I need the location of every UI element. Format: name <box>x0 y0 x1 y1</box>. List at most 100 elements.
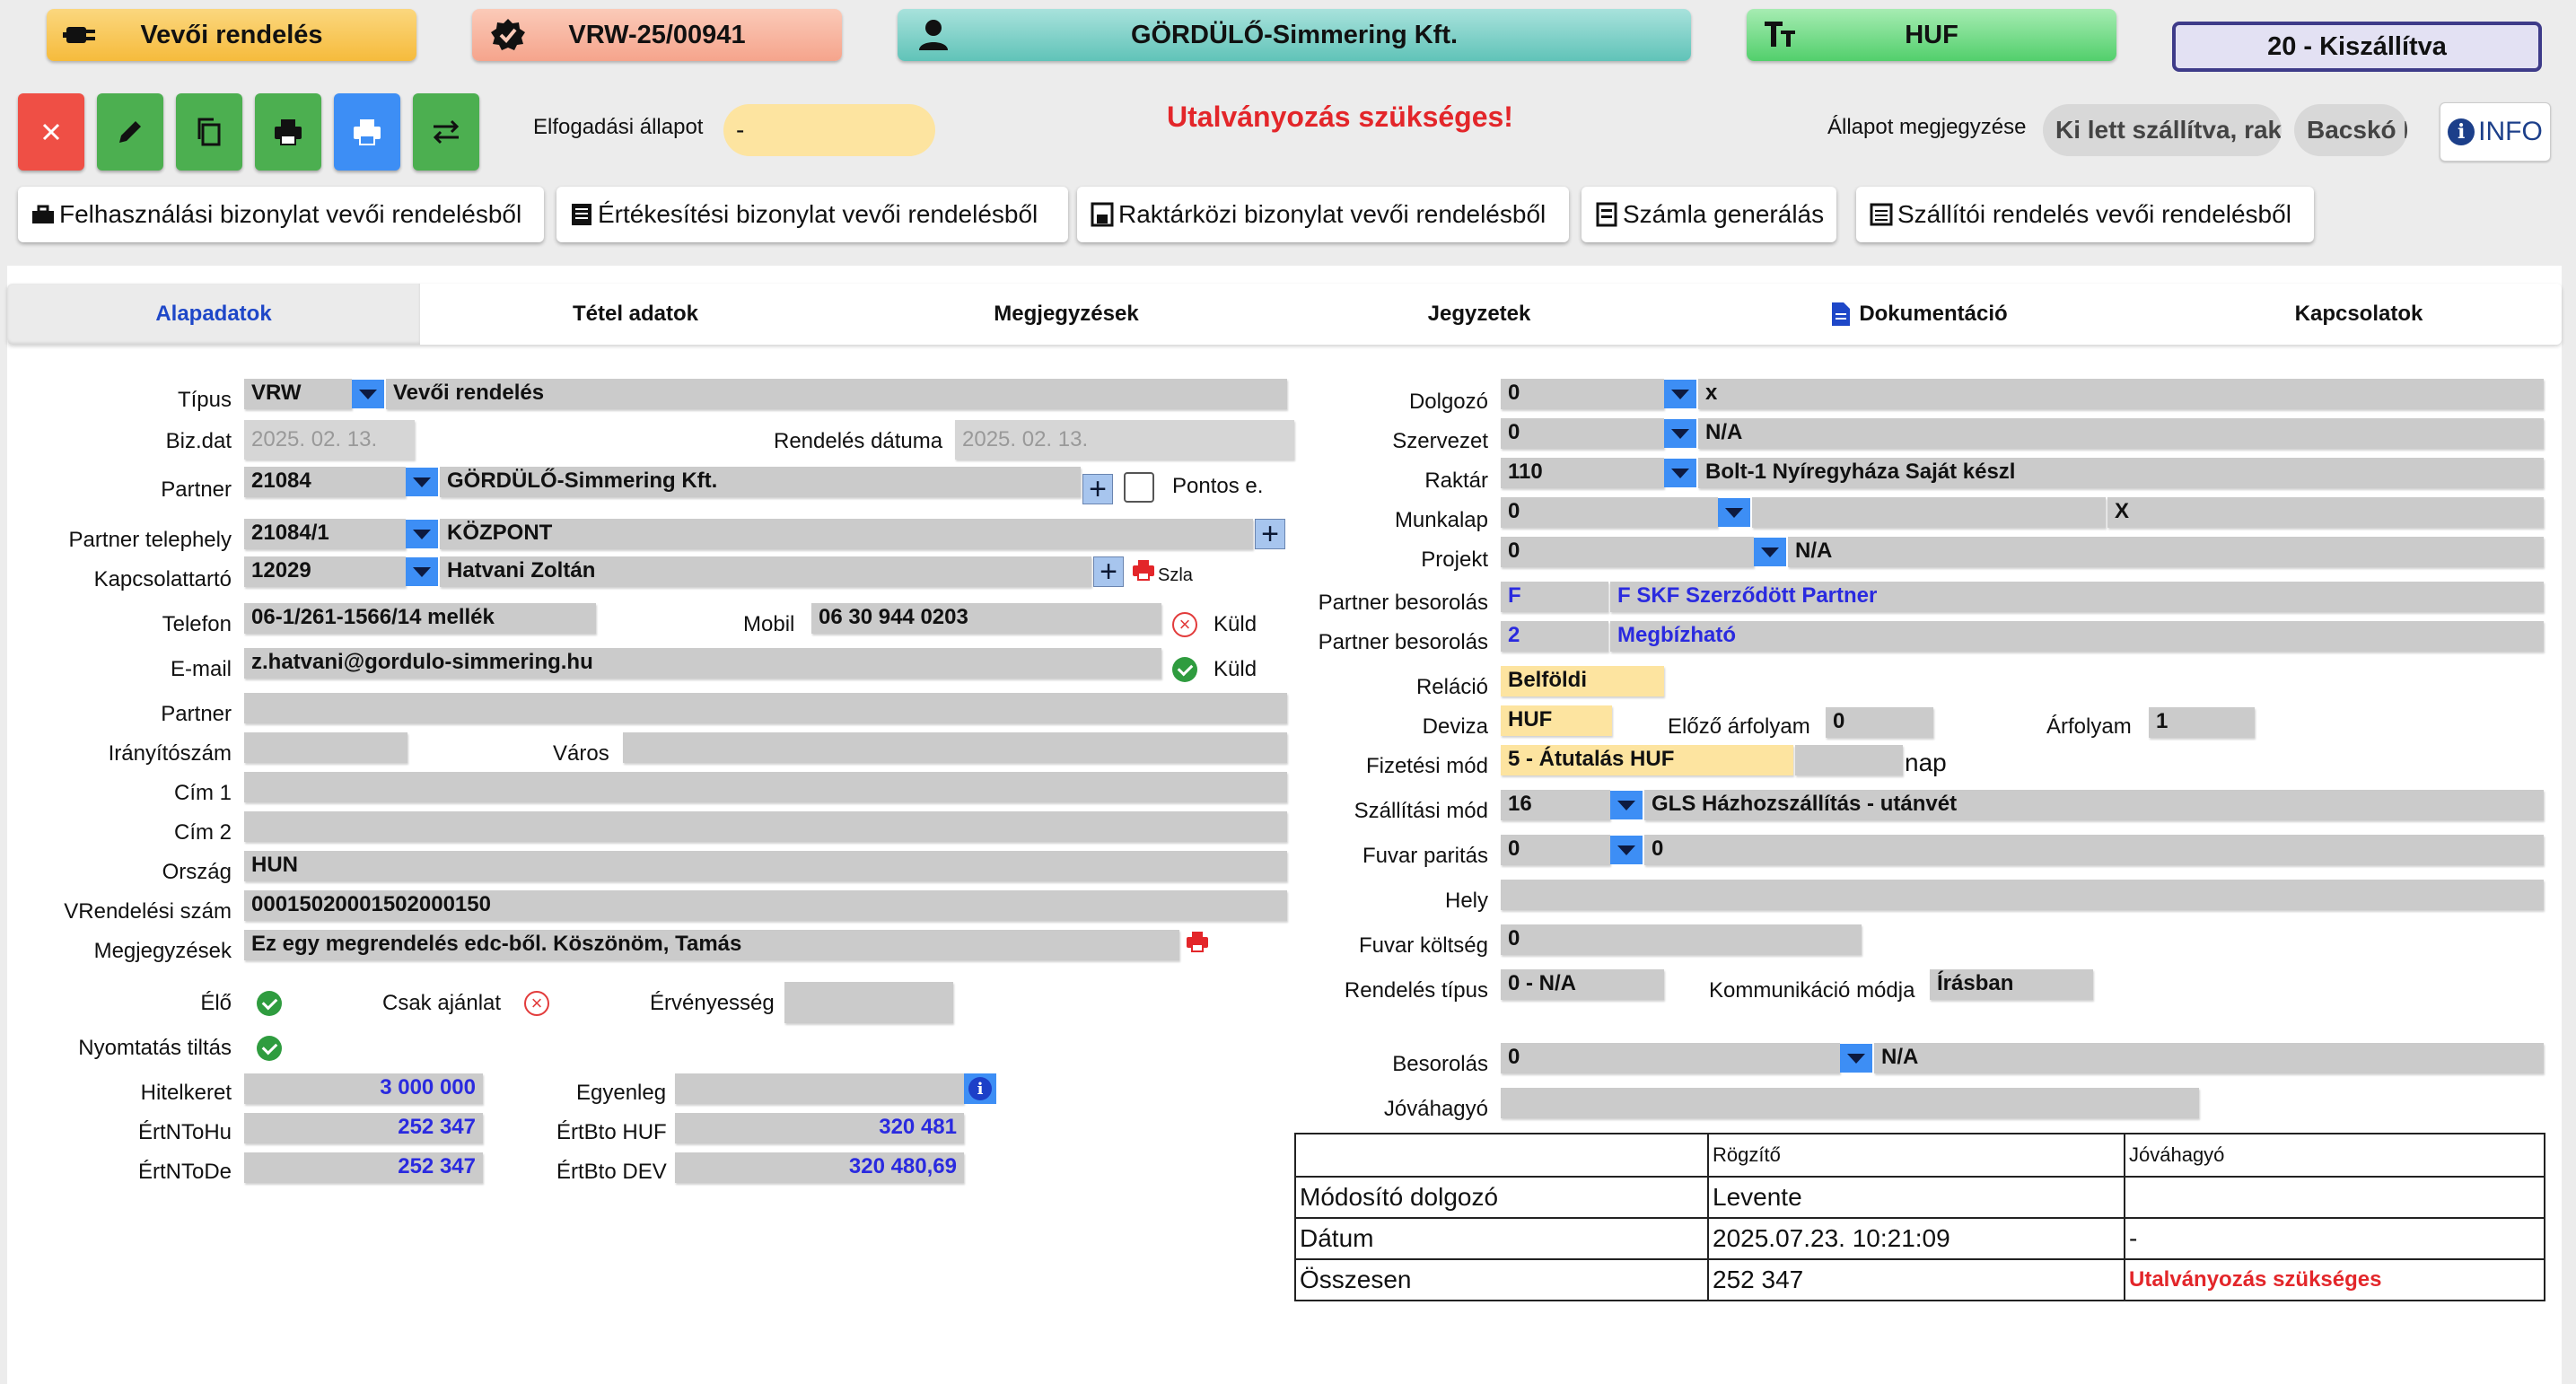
komm-field[interactable]: Írásban <box>1930 969 2093 1000</box>
tab-label: Tétel adatok <box>572 302 699 326</box>
telefon-field[interactable]: 06-1/261-1566/14 mellék <box>244 603 596 634</box>
szallmod-dropdown[interactable] <box>1610 791 1643 819</box>
swap-button[interactable] <box>413 93 479 171</box>
tab-alapadatok[interactable]: Alapadatok <box>7 284 420 345</box>
email-field[interactable]: z.hatvani@gordulo-simmering.hu <box>244 648 1161 679</box>
besorolas1-code-field[interactable]: F <box>1501 582 1608 612</box>
info-button[interactable]: i INFO <box>2440 102 2551 162</box>
partner-add-button[interactable]: + <box>1082 474 1113 504</box>
elozo-arfolyam-field[interactable]: 0 <box>1826 707 1933 738</box>
hitelkeret-field[interactable]: 3 000 000 <box>244 1073 483 1104</box>
status-note-user-chip[interactable]: Bacskó Levente <box>2294 104 2407 156</box>
tipus-dropdown[interactable] <box>352 380 384 408</box>
fizmod-days-field[interactable] <box>1795 745 1903 775</box>
partner-code-field[interactable]: 21084 <box>244 467 406 497</box>
ervenyesseg-field[interactable] <box>784 982 953 1023</box>
tipus-code-field[interactable]: VRW <box>244 379 352 409</box>
rendtip-field[interactable]: 0 - N/A <box>1501 969 1664 1000</box>
szervezet-name-field: N/A <box>1698 418 2544 449</box>
jovahagyo-field[interactable] <box>1501 1088 2199 1118</box>
besorolas1-label: Partner besorolás <box>1318 591 1488 615</box>
partner2-field[interactable] <box>244 693 1287 723</box>
pontos-checkbox[interactable] <box>1124 472 1154 503</box>
hely-field[interactable] <box>1501 880 2544 910</box>
besorolas-dropdown[interactable] <box>1840 1044 1872 1073</box>
projekt-code-field[interactable]: 0 <box>1501 537 1754 567</box>
munkalap-code-field[interactable]: 0 <box>1501 497 1718 528</box>
projekt-dropdown[interactable] <box>1754 538 1786 566</box>
partner-pill[interactable]: GÖRDÜLŐ-Simmering Kft. <box>898 9 1691 61</box>
szallmod-code-field[interactable]: 16 <box>1501 790 1610 820</box>
tab-tetel-adatok[interactable]: Tétel adatok <box>429 284 842 345</box>
close-button[interactable] <box>18 93 84 171</box>
acceptance-field[interactable]: - <box>723 104 935 156</box>
print-small-icon[interactable] <box>1185 930 1210 953</box>
kapcs-dropdown[interactable] <box>406 557 438 586</box>
orszag-field[interactable]: HUN <box>244 851 1287 881</box>
status-badge[interactable]: 20 - Kiszállítva <box>2172 22 2542 72</box>
kapcs-add-button[interactable]: + <box>1093 556 1124 587</box>
szervezet-dropdown[interactable] <box>1664 419 1696 448</box>
tab-dokumentacio[interactable]: Dokumentáció <box>1713 284 2125 345</box>
besorolas-code-field[interactable]: 0 <box>1501 1043 1840 1073</box>
action-transfer-doc-button[interactable]: Raktárközi bizonylat vevői rendelésből <box>1077 187 1569 242</box>
ertbtodev-field[interactable]: 320 480,69 <box>675 1152 964 1183</box>
egyenleg-field[interactable] <box>675 1073 964 1104</box>
fizmod-field[interactable]: 5 - Átutalás HUF <box>1501 745 1793 775</box>
print-button[interactable] <box>255 93 321 171</box>
telephely-add-button[interactable]: + <box>1255 519 1285 549</box>
nyomtatas-check-icon[interactable] <box>257 1036 282 1061</box>
besorolas2-code-field[interactable]: 2 <box>1501 621 1608 652</box>
print-blue-button[interactable] <box>334 93 400 171</box>
telephely-dropdown[interactable] <box>406 520 438 548</box>
partner-dropdown[interactable] <box>406 468 438 496</box>
csak-ajanlat-icon[interactable]: × <box>524 991 549 1016</box>
edit-button[interactable] <box>97 93 163 171</box>
ertntohu-field[interactable]: 252 347 <box>244 1113 483 1143</box>
varos-field[interactable] <box>623 732 1287 763</box>
cim2-field[interactable] <box>244 811 1287 842</box>
status-note-chip[interactable]: Ki lett szállítva, raktárból <box>2043 104 2282 156</box>
doc-number-pill[interactable]: VRW-25/00941 <box>472 9 842 61</box>
megj-field[interactable]: Ez egy megrendelés edc-ből. Köszönöm, Ta… <box>244 930 1179 960</box>
ertbtohuf-field[interactable]: 320 481 <box>675 1113 964 1143</box>
action-sales-doc-button[interactable]: Értékesítési bizonylat vevői rendelésből <box>556 187 1068 242</box>
dolgozo-code-field[interactable]: 0 <box>1501 379 1664 409</box>
currency-pill[interactable]: HUF <box>1747 9 2116 61</box>
tab-bar: Alapadatok Tétel adatok Megjegyzések Jeg… <box>7 284 2562 345</box>
type-pill[interactable]: Vevői rendelés <box>47 9 416 61</box>
bizdat-field[interactable]: 2025. 02. 13. <box>244 420 415 460</box>
dolgozo-dropdown[interactable] <box>1664 380 1696 408</box>
mobil-field[interactable]: 06 30 944 0203 <box>811 603 1161 634</box>
rend-datum-field[interactable]: 2025. 02. 13. <box>955 420 1294 460</box>
tab-label: Alapadatok <box>155 302 272 326</box>
relacio-field[interactable]: Belföldi <box>1501 666 1664 696</box>
raktar-dropdown[interactable] <box>1664 459 1696 487</box>
copy-button[interactable] <box>176 93 242 171</box>
ertntode-field[interactable]: 252 347 <box>244 1152 483 1183</box>
action-invoice-button[interactable]: Számla generálás <box>1582 187 1836 242</box>
elo-check-icon[interactable] <box>257 991 282 1016</box>
telephely-code-field[interactable]: 21084/1 <box>244 519 406 549</box>
raktar-code-field[interactable]: 110 <box>1501 458 1664 488</box>
tab-jegyzetek[interactable]: Jegyzetek <box>1273 284 1686 345</box>
kapcs-code-field[interactable]: 12029 <box>244 556 406 587</box>
irsz-field[interactable] <box>244 732 407 763</box>
tab-megjegyzesek[interactable]: Megjegyzések <box>860 284 1273 345</box>
deviza-field[interactable]: HUF <box>1501 705 1612 736</box>
egyenleg-info-button[interactable]: i <box>964 1073 996 1104</box>
fuvar-dropdown[interactable] <box>1610 836 1643 864</box>
tab-kapcsolatok[interactable]: Kapcsolatok <box>2152 284 2565 345</box>
vrend-field[interactable]: 00015020001502000150 <box>244 890 1287 921</box>
arfolyam-field[interactable]: 1 <box>2149 707 2255 738</box>
cim1-field[interactable] <box>244 772 1287 802</box>
fuvarkoltseg-field[interactable]: 0 <box>1501 924 1862 955</box>
fuvar-code-field[interactable]: 0 <box>1501 835 1610 865</box>
email-enabled-icon[interactable] <box>1172 657 1197 682</box>
munkalap-dropdown[interactable] <box>1718 498 1750 527</box>
print-small-icon[interactable] <box>1131 558 1156 582</box>
action-supplier-order-button[interactable]: Szállítói rendelés vevői rendelésből <box>1856 187 2314 242</box>
szervezet-code-field[interactable]: 0 <box>1501 418 1664 449</box>
action-usage-doc-button[interactable]: Felhasználási bizonylat vevői rendelésbő… <box>18 187 544 242</box>
sms-disabled-icon[interactable]: × <box>1172 612 1197 637</box>
